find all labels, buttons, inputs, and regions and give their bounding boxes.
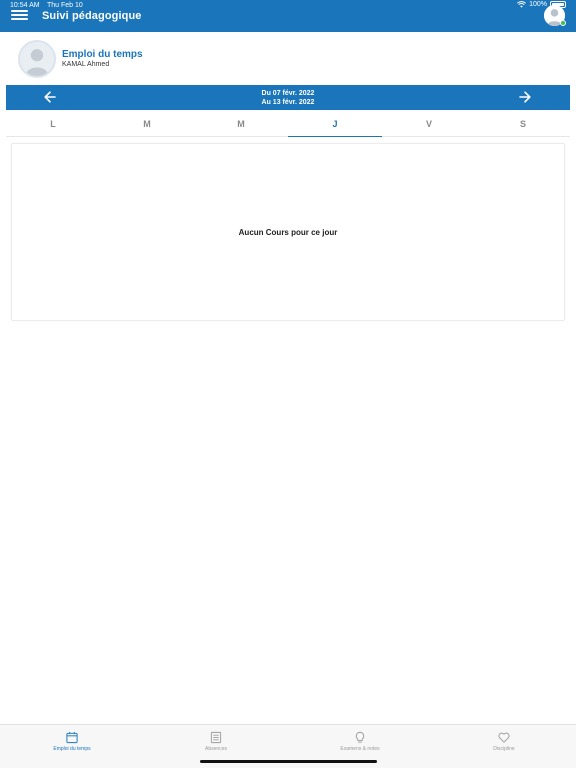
student-name: KAMAL Ahmed bbox=[62, 61, 110, 68]
heart-icon bbox=[498, 732, 510, 743]
profile-section: Emploi du temps KAMAL Ahmed bbox=[0, 32, 576, 86]
bottom-tab-label: Examens & notes bbox=[340, 746, 380, 752]
battery-percent: 100% bbox=[529, 1, 547, 8]
wifi-icon bbox=[517, 1, 527, 8]
tab-thursday[interactable]: J bbox=[288, 111, 382, 137]
tab-friday[interactable]: V bbox=[382, 111, 476, 136]
tab-wednesday[interactable]: M bbox=[194, 111, 288, 136]
profile-avatar bbox=[18, 40, 56, 78]
empty-schedule-message: Aucun Cours pour ce jour bbox=[238, 228, 338, 237]
schedule-card: Aucun Cours pour ce jour bbox=[11, 143, 565, 321]
menu-icon[interactable] bbox=[11, 10, 28, 20]
online-status-dot bbox=[560, 20, 566, 26]
bottom-tab-discipline[interactable]: Discipline bbox=[432, 725, 576, 768]
week-navigator: Du 07 févr. 2022 Au 13 févr. 2022 bbox=[6, 85, 570, 110]
week-end: Au 13 févr. 2022 bbox=[261, 99, 315, 106]
tab-saturday[interactable]: S bbox=[476, 111, 570, 136]
status-date: Thu Feb 10 bbox=[47, 2, 83, 9]
bottom-tab-schedule[interactable]: Emploi du temps bbox=[0, 725, 144, 768]
week-range: Du 07 févr. 2022 Au 13 févr. 2022 bbox=[6, 89, 570, 107]
app: 10:54 AM Thu Feb 10 100% Suivi pédagogiq… bbox=[0, 0, 576, 768]
day-tabs: L M M J V S bbox=[6, 111, 570, 137]
bottom-tab-label: Discipline bbox=[493, 746, 515, 752]
page-title: Emploi du temps bbox=[62, 49, 143, 60]
home-indicator bbox=[200, 760, 377, 763]
bottom-tab-label: Emploi du temps bbox=[53, 746, 91, 752]
status-time: 10:54 AM bbox=[10, 2, 40, 9]
lightbulb-icon bbox=[355, 731, 365, 743]
app-header: 10:54 AM Thu Feb 10 100% Suivi pédagogiq… bbox=[0, 0, 576, 32]
tab-tuesday[interactable]: M bbox=[100, 111, 194, 136]
list-icon bbox=[210, 731, 222, 744]
tab-monday[interactable]: L bbox=[6, 111, 100, 136]
calendar-icon bbox=[66, 731, 78, 744]
week-start: Du 07 févr. 2022 bbox=[261, 90, 315, 97]
bottom-tab-label: Absences bbox=[205, 746, 227, 752]
app-title: Suivi pédagogique bbox=[42, 10, 142, 22]
next-week-arrow-icon[interactable] bbox=[518, 90, 532, 104]
person-icon bbox=[20, 42, 54, 76]
